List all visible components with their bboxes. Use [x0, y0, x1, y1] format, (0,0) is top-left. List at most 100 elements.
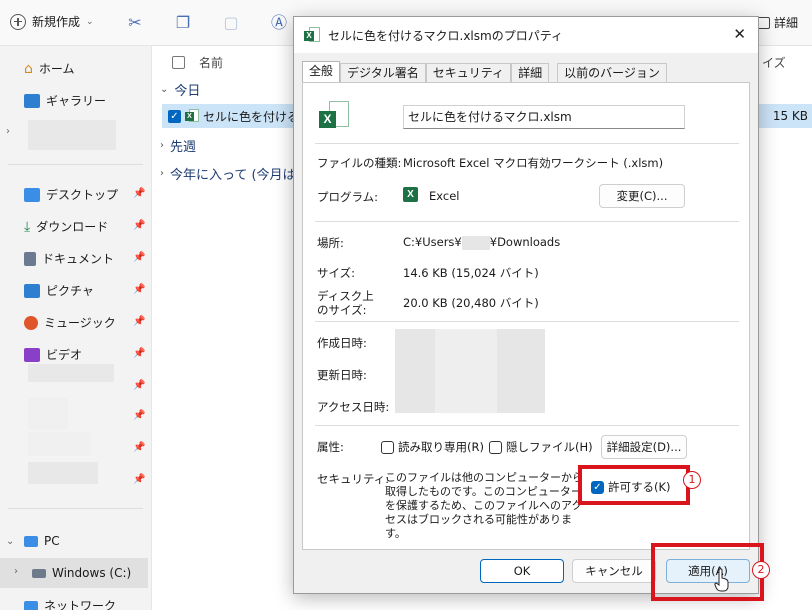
divider	[315, 221, 739, 222]
program-label: プログラム:	[317, 190, 379, 204]
redacted-timestamps-overlay	[435, 329, 497, 413]
dialog-title: セルに色を付けるマクロ.xlsmのプロパティ	[328, 28, 563, 43]
pin-icon[interactable]: 📌	[133, 188, 145, 199]
change-button[interactable]: 変更(C)...	[599, 184, 685, 208]
sidebar-item-downloads[interactable]: ⤓ ダウンロード	[24, 218, 108, 235]
annotation-highlight-unblock	[578, 465, 690, 505]
sidebar-item-desktop[interactable]: デスクトップ	[24, 186, 118, 203]
location-label: 場所:	[317, 236, 344, 250]
tab-previous-versions[interactable]: 以前のバージョン	[557, 63, 667, 83]
cancel-button[interactable]: キャンセル	[572, 559, 656, 583]
pin-icon[interactable]: 📌	[133, 442, 145, 453]
file-name-input[interactable]: セルに色を付けるマクロ.xlsm	[403, 105, 685, 129]
ok-button[interactable]: OK	[480, 559, 564, 583]
file-size: 15 KB	[772, 109, 808, 123]
sidebar-item-label: ホーム	[38, 62, 75, 76]
chevron-down-icon: ⌄	[160, 84, 169, 95]
group-this-year[interactable]: › 今年に入って (今月は	[160, 164, 296, 183]
chevron-right-icon[interactable]: ›	[6, 126, 10, 137]
chevron-down-icon[interactable]: ⌄	[6, 536, 14, 547]
redacted-username	[461, 235, 490, 250]
excel-file-icon: X	[304, 27, 320, 43]
pin-icon[interactable]: 📌	[133, 348, 145, 359]
checkbox-checked-icon[interactable]: ✓	[168, 109, 181, 123]
cut-icon[interactable]: ✂	[124, 12, 146, 34]
excel-large-icon: X	[319, 101, 351, 131]
location-value: C:¥Users¥ ¥Downloads	[403, 235, 560, 250]
readonly-checkbox[interactable]: 読み取り専用(R)	[381, 439, 484, 455]
pin-icon[interactable]: 📌	[133, 284, 145, 295]
chevron-right-icon: ›	[160, 168, 164, 179]
properties-dialog: X セルに色を付けるマクロ.xlsmのプロパティ ✕ 全般 デジタル署名 セキュ…	[293, 16, 759, 594]
security-label: セキュリティ:	[317, 472, 390, 486]
paste-icon[interactable]: ▢	[220, 12, 242, 34]
location-value-start: C:¥Users¥	[403, 235, 462, 249]
pin-icon[interactable]: 📌	[133, 410, 145, 421]
pc-icon	[24, 535, 38, 547]
gallery-icon	[24, 93, 40, 108]
sidebar-item-label: ギャラリー	[46, 94, 107, 108]
hidden-checkbox[interactable]: 隠しファイル(H)	[489, 439, 593, 455]
tab-general[interactable]: 全般	[302, 61, 341, 83]
redacted-item	[28, 432, 90, 456]
tab-details[interactable]: 詳細	[511, 63, 550, 83]
pin-icon[interactable]: 📌	[133, 474, 145, 485]
pin-icon[interactable]: 📌	[133, 316, 145, 327]
sidebar-item-label: ネットワーク	[44, 599, 117, 610]
hidden-label: 隠しファイル(H)	[506, 440, 593, 454]
sidebar-item-home[interactable]: ⌂ ホーム	[24, 60, 75, 77]
column-header-name[interactable]: 名前	[172, 54, 223, 71]
sidebar-item-label: ビデオ	[46, 348, 83, 362]
group-label: 今年に入って (今月は	[170, 168, 296, 183]
close-icon[interactable]: ✕	[733, 25, 746, 43]
group-today[interactable]: ⌄ 今日	[160, 80, 200, 99]
divider	[315, 143, 739, 144]
group-label: 今日	[174, 84, 201, 99]
sidebar-item-network[interactable]: ネットワーク	[24, 597, 116, 610]
security-message: このファイルは他のコンピューターから取得したものです。このコンピューターを保護す…	[385, 471, 583, 540]
file-type-value: Microsoft Excel マクロ有効ワークシート (.xlsm)	[403, 156, 664, 170]
chevron-down-icon: ⌄	[86, 16, 94, 27]
sidebar-item-music[interactable]: ミュージック	[24, 314, 116, 331]
chevron-right-icon: ›	[160, 140, 164, 151]
redacted-item	[28, 120, 116, 150]
advanced-button[interactable]: 詳細設定(D)...	[601, 435, 687, 459]
tab-digital-signatures[interactable]: デジタル署名	[340, 63, 426, 83]
divider	[315, 425, 739, 426]
rename-icon[interactable]: Ⓐ	[268, 12, 290, 34]
sidebar-item-gallery[interactable]: ギャラリー	[24, 92, 106, 109]
tab-security[interactable]: セキュリティ	[425, 63, 512, 83]
accessed-label: アクセス日時:	[317, 400, 390, 414]
sidebar-item-pictures[interactable]: ピクチャ	[24, 282, 94, 299]
dialog-title-bar[interactable]: X セルに色を付けるマクロ.xlsmのプロパティ	[294, 17, 758, 53]
sidebar-item-documents[interactable]: ドキュメント	[24, 250, 114, 267]
sidebar-item-pc[interactable]: PC	[24, 534, 60, 548]
modified-label: 更新日時:	[317, 368, 367, 382]
disk-size-label-line2: のサイズ:	[317, 303, 367, 317]
annotation-step-1: 1	[683, 471, 701, 489]
sidebar-item-videos[interactable]: ビデオ	[24, 346, 82, 363]
divider	[8, 508, 143, 509]
sidebar-item-label: Windows (C:)	[52, 566, 132, 580]
sidebar-item-label: ドキュメント	[42, 252, 115, 266]
file-type-label: ファイルの種類:	[317, 156, 402, 170]
document-icon	[24, 251, 36, 266]
pin-icon[interactable]: 📌	[133, 380, 145, 391]
pin-icon[interactable]: 📌	[133, 252, 145, 263]
column-header-size[interactable]: イズ	[762, 54, 786, 71]
desktop-icon	[24, 187, 40, 202]
redacted-item	[28, 398, 68, 430]
new-button[interactable]: 新規作成 ⌄	[10, 13, 94, 30]
divider	[8, 164, 143, 165]
select-all-checkbox[interactable]	[172, 56, 185, 69]
group-last-week[interactable]: › 先週	[160, 136, 196, 155]
details-button[interactable]: 詳細	[755, 14, 798, 31]
attributes-label: 属性:	[317, 440, 344, 454]
sidebar-item-drive-label[interactable]: Windows (C:)	[32, 566, 131, 580]
sidebar-item-label: ピクチャ	[46, 284, 94, 298]
pin-icon[interactable]: 📌	[133, 220, 145, 231]
pictures-icon	[24, 283, 40, 298]
created-label: 作成日時:	[317, 336, 367, 350]
copy-icon[interactable]: ❐	[172, 12, 194, 34]
chevron-right-icon[interactable]: ›	[14, 566, 18, 577]
